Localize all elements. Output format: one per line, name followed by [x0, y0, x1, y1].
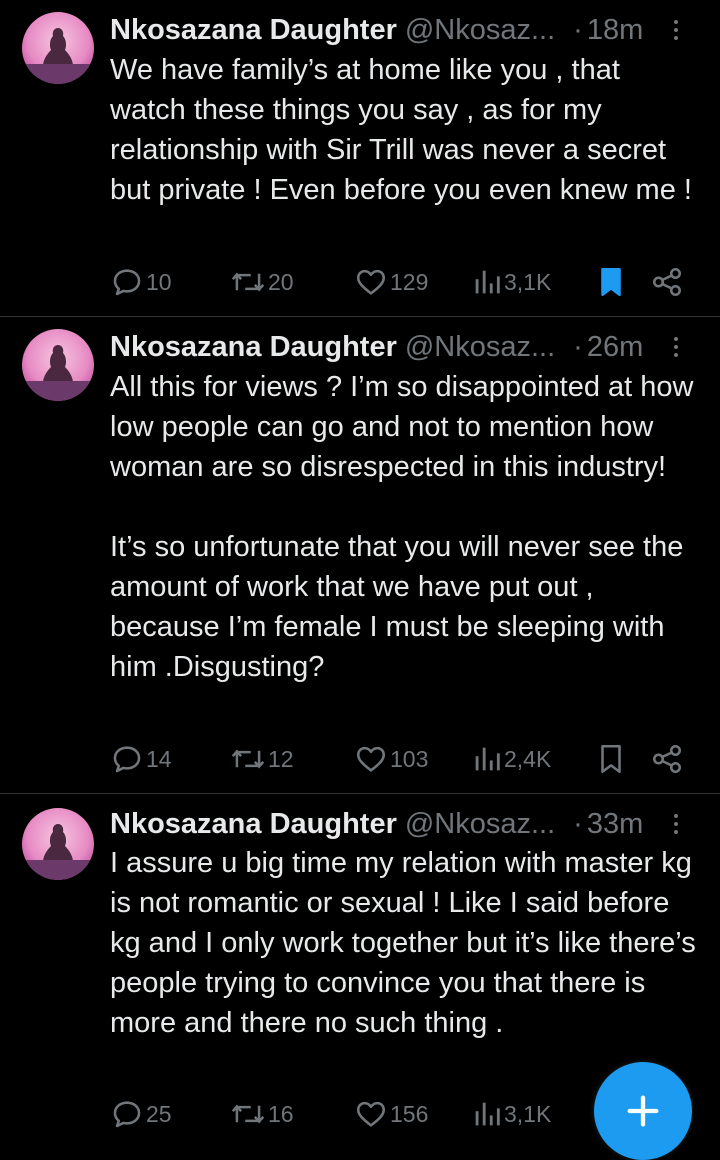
repost-count: 20: [268, 268, 294, 295]
share-button[interactable]: [650, 739, 684, 779]
comment-bubble-icon: [113, 746, 141, 773]
like-count: 156: [390, 1100, 429, 1127]
repost-button[interactable]: 20: [230, 262, 294, 302]
share-icon: [652, 267, 682, 297]
like-button[interactable]: 103: [354, 739, 428, 779]
repost-arrows-icon: [231, 272, 265, 292]
repost-count: 12: [268, 745, 294, 772]
view-count: 3,1K: [504, 268, 552, 295]
bookmark-button[interactable]: [594, 739, 628, 779]
display-name[interactable]: Nkosazana Daughter: [110, 14, 397, 47]
user-handle[interactable]: @Nkosaz...: [405, 14, 555, 47]
views-button[interactable]: 3,1K: [472, 262, 551, 302]
heart-icon: [356, 1101, 386, 1127]
avatar[interactable]: [22, 808, 94, 880]
like-button[interactable]: 156: [354, 1094, 428, 1134]
reply-button[interactable]: 25: [110, 1094, 172, 1134]
timestamp[interactable]: 26m: [587, 331, 643, 364]
tweet-text: I assure u big time my relation with mas…: [110, 847, 712, 1039]
avatar[interactable]: [22, 329, 94, 401]
more-dots-icon[interactable]: [666, 809, 686, 839]
heart-icon: [356, 269, 386, 295]
repost-button[interactable]: 12: [230, 739, 294, 779]
bookmark-button[interactable]: [594, 262, 628, 302]
repost-arrows-icon: [231, 749, 265, 769]
timestamp[interactable]: 18m: [587, 14, 643, 47]
share-button[interactable]: [650, 262, 684, 302]
tweet[interactable]: Nkosazana Daughter @Nkosaz... · 18m We h…: [0, 0, 720, 317]
like-button[interactable]: 129: [354, 262, 428, 302]
action-bar: 10 20 129 3,1K: [110, 262, 690, 302]
reply-count: 14: [146, 745, 172, 772]
comment-bubble-icon: [113, 1101, 141, 1128]
plus-icon: [627, 1095, 659, 1127]
like-count: 103: [390, 745, 429, 772]
avatar-image: [22, 808, 94, 880]
more-dots-icon[interactable]: [666, 332, 686, 362]
reply-button[interactable]: 14: [110, 739, 172, 779]
separator-dot: ·: [573, 330, 583, 363]
user-handle[interactable]: @Nkosaz...: [405, 331, 555, 364]
avatar-image: [22, 12, 94, 84]
repost-count: 16: [268, 1100, 294, 1127]
reply-count: 10: [146, 268, 172, 295]
separator-dot: ·: [573, 13, 583, 46]
display-name[interactable]: Nkosazana Daughter: [110, 331, 397, 364]
bar-chart-icon: [475, 1102, 500, 1126]
display-name[interactable]: Nkosazana Daughter: [110, 808, 397, 841]
avatar-image: [22, 329, 94, 401]
tweet[interactable]: Nkosazana Daughter @Nkosaz... · 26m All …: [0, 317, 720, 794]
comment-bubble-icon: [113, 269, 141, 296]
views-button[interactable]: 3,1K: [472, 1094, 551, 1134]
timestamp[interactable]: 33m: [587, 808, 643, 841]
action-bar: 14 12 103 2,4K: [110, 739, 690, 779]
view-count: 2,4K: [504, 745, 552, 772]
more-dots-icon[interactable]: [666, 15, 686, 45]
view-count: 3,1K: [504, 1100, 552, 1127]
views-button[interactable]: 2,4K: [472, 739, 551, 779]
repost-arrows-icon: [231, 1104, 265, 1124]
reply-button[interactable]: 10: [110, 262, 172, 302]
bar-chart-icon: [475, 270, 500, 294]
heart-icon: [356, 746, 386, 772]
bookmark-icon: [601, 267, 621, 297]
like-count: 129: [390, 268, 429, 295]
share-icon: [652, 744, 682, 774]
reply-count: 25: [146, 1100, 172, 1127]
repost-button[interactable]: 16: [230, 1094, 294, 1134]
tweet-text: We have family’s at home like you , that…: [110, 54, 692, 206]
bookmark-icon: [601, 744, 621, 774]
tweet-text: All this for views ? I’m so disappointed…: [110, 371, 694, 683]
bar-chart-icon: [475, 747, 500, 771]
compose-button[interactable]: [594, 1062, 692, 1160]
separator-dot: ·: [573, 807, 583, 840]
user-handle[interactable]: @Nkosaz...: [405, 808, 555, 841]
avatar[interactable]: [22, 12, 94, 84]
